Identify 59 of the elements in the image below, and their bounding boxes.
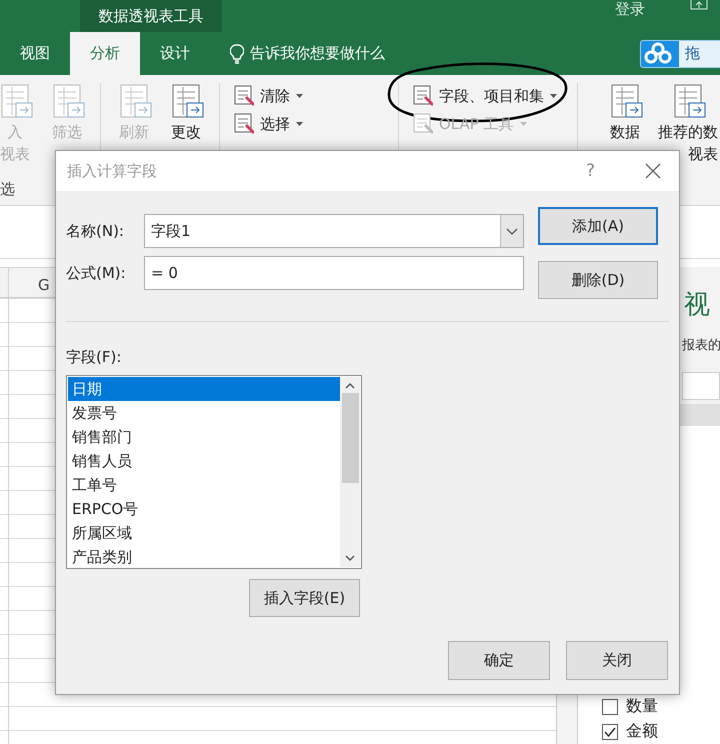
button-label[interactable]: 选择 xyxy=(260,114,290,134)
scrollbar[interactable] xyxy=(340,377,360,567)
caret-icon xyxy=(520,122,527,126)
column-header: G xyxy=(38,276,50,294)
fields-listbox[interactable]: 日期 发票号 销售部门 销售人员 工单号 ERPCO号 所属区域 产品类别 xyxy=(66,375,362,569)
ok-button[interactable]: 确定 xyxy=(448,641,550,680)
pane-description: 报表的 xyxy=(682,337,720,354)
checkbox[interactable] xyxy=(602,724,618,740)
caret-icon xyxy=(296,94,303,98)
chevron-down-icon xyxy=(506,228,518,234)
dialog-title: 插入计算字段 xyxy=(67,162,158,180)
list-item[interactable]: 日期 xyxy=(68,377,340,401)
name-combobox[interactable]: 字段1 xyxy=(144,214,524,248)
ribbon-tab[interactable]: 分析 xyxy=(70,32,140,75)
lightbulb-icon xyxy=(230,44,244,64)
insert-field-button[interactable]: 插入字段(E) xyxy=(249,579,360,617)
checkbox[interactable] xyxy=(602,698,618,714)
button-label[interactable]: 更改 xyxy=(171,123,201,141)
list-item[interactable]: ERPCO号 xyxy=(68,497,340,521)
list-item[interactable]: 发票号 xyxy=(68,401,340,425)
list-item[interactable]: 销售人员 xyxy=(68,449,340,473)
contextual-tab-group: 数据透视表工具 xyxy=(80,0,222,32)
button-label[interactable]: 推荐的数 xyxy=(658,123,718,141)
cloud-button[interactable]: 拖 xyxy=(640,40,720,68)
button-label[interactable]: 数据 xyxy=(610,123,640,141)
tell-me-text[interactable]: 告诉我你想要做什么 xyxy=(250,44,385,63)
close-icon[interactable] xyxy=(645,163,661,179)
button-label[interactable]: 视表 xyxy=(688,145,718,163)
field-label: 金额 xyxy=(626,721,658,742)
chevron-down-icon xyxy=(345,555,355,561)
button-label: 筛选 xyxy=(52,123,82,141)
button-label[interactable]: 字段、项目和集 xyxy=(439,86,544,106)
sign-in-link[interactable]: 登录 xyxy=(615,0,645,19)
fields-label: 字段(F): xyxy=(66,348,122,367)
search-field[interactable] xyxy=(682,372,720,400)
chevron-up-icon xyxy=(345,383,355,389)
list-item[interactable]: 销售部门 xyxy=(68,425,340,449)
list-item[interactable]: 产品类别 xyxy=(68,545,340,569)
button-label: 入 xyxy=(8,123,22,141)
help-button[interactable]: ? xyxy=(586,161,595,181)
field-label: 数量 xyxy=(626,696,658,717)
button-label[interactable]: 清除 xyxy=(260,86,290,106)
formula-field[interactable]: = 0 xyxy=(144,256,524,290)
button-label: 视表 xyxy=(0,145,30,163)
add-button[interactable]: 添加(A) xyxy=(538,207,658,245)
list-item[interactable]: 工单号 xyxy=(68,473,340,497)
close-button[interactable]: 关闭 xyxy=(566,641,668,680)
ribbon-tab[interactable]: 视图 xyxy=(0,32,70,75)
list-item[interactable]: 所属区域 xyxy=(68,521,340,545)
delete-button[interactable]: 删除(D) xyxy=(538,261,658,299)
field-label: 公式(M): xyxy=(66,264,127,282)
pane-heading: 视 xyxy=(684,289,711,322)
field-label: 名称(N): xyxy=(66,222,125,240)
group-label: 选 xyxy=(0,180,15,198)
ribbon-tab[interactable]: 设计 xyxy=(140,32,210,75)
caret-icon xyxy=(550,94,557,98)
caret-icon xyxy=(296,122,303,126)
upload-icon xyxy=(690,0,708,10)
button-label: 刷新 xyxy=(119,123,149,141)
